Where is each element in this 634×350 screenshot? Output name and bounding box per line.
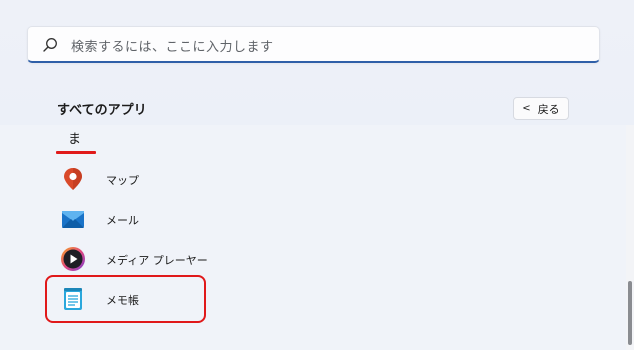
maps-icon — [64, 168, 82, 190]
search-placeholder: 検索するには、ここに入力します — [71, 40, 274, 55]
search-icon — [43, 38, 57, 52]
mail-icon — [62, 211, 84, 228]
app-label-maps: マップ — [106, 174, 139, 187]
media-player-icon — [61, 247, 85, 271]
app-label-media-player: メディア プレーヤー — [106, 254, 208, 267]
app-item-media-player[interactable]: メディア プレーヤー — [55, 241, 315, 275]
app-label-mail: メール — [106, 214, 139, 227]
scrollbar-thumb[interactable] — [628, 281, 632, 345]
chevron-left-icon: < — [522, 103, 531, 114]
notepad-highlight-box — [45, 275, 206, 323]
section-letter-underline — [56, 151, 96, 154]
app-item-maps[interactable]: マップ — [55, 161, 315, 195]
search-box[interactable]: 検索するには、ここに入力します — [27, 26, 600, 63]
app-item-mail[interactable]: メール — [55, 201, 315, 235]
all-apps-title: すべてのアプリ — [57, 103, 147, 118]
scrollbar[interactable] — [626, 125, 634, 350]
section-letter[interactable]: ま — [68, 128, 81, 147]
back-button[interactable]: < 戻る — [513, 97, 569, 120]
back-button-label: 戻る — [537, 102, 560, 116]
